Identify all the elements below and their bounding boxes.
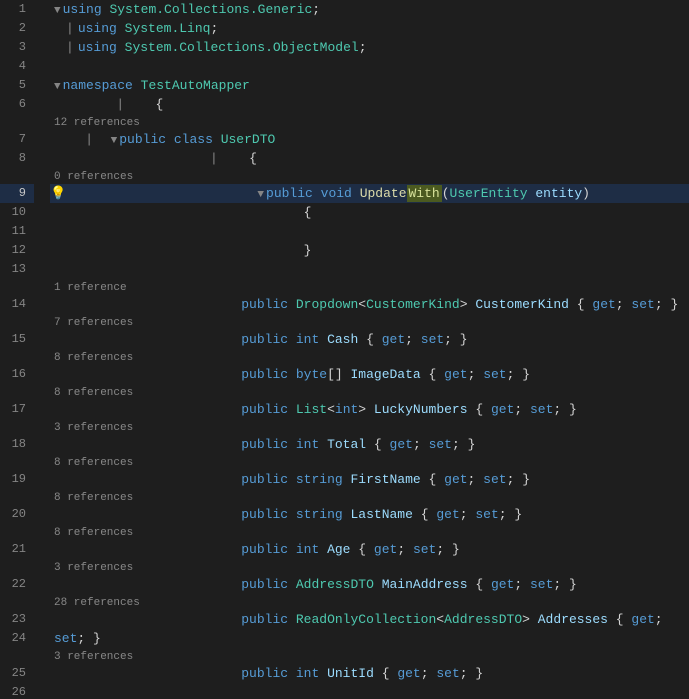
code-line: public string LastName { get; set; } (50, 505, 689, 524)
ref-hint: 8 references (50, 384, 689, 400)
line-number: 3 (0, 38, 34, 57)
code-editor: 1234567891011121314151617181920212223242… (0, 0, 689, 699)
code-line (50, 222, 689, 241)
line-number: 26 (0, 683, 34, 699)
ref-hint: 8 references (50, 349, 689, 365)
ref-hint: 12 references (50, 114, 689, 130)
line-number: 18 (0, 435, 34, 454)
line-number: 7 (0, 130, 34, 149)
line-number: 24 (0, 629, 34, 648)
line-number: 14 (0, 295, 34, 314)
code-line: } (50, 241, 689, 260)
code-line: |using System.Linq; (50, 19, 689, 38)
line-number: 9 (0, 184, 34, 203)
ref-hint: 7 references (50, 314, 689, 330)
lightbulb-icon[interactable]: 💡 (50, 186, 66, 201)
ref-hint: 3 references (50, 559, 689, 575)
line-number: 8 (0, 149, 34, 168)
line-number: 19 (0, 470, 34, 489)
ref-hint: 8 references (50, 524, 689, 540)
code-line: public string FirstName { get; set; } (50, 470, 689, 489)
ref-hint: 8 references (50, 489, 689, 505)
line-number: 23 (0, 610, 34, 629)
code-line: | { (50, 149, 689, 168)
code-line: 💡 ▼public void UpdateWith(UserEntity ent… (50, 184, 689, 203)
line-number: 13 (0, 260, 34, 279)
line-number: 17 (0, 400, 34, 419)
ref-hint: 28 references (50, 594, 689, 610)
code-line (50, 260, 689, 279)
line-number: 1 (0, 0, 34, 19)
line-number: 5 (0, 76, 34, 95)
code-line: public Dropdown<CustomerKind> CustomerKi… (50, 295, 689, 314)
code-line: public ReadOnlyCollection<AddressDTO> Ad… (50, 610, 689, 629)
line-number: 4 (0, 57, 34, 76)
code-line: public List<int> LuckyNumbers { get; set… (50, 400, 689, 419)
code-line (50, 57, 689, 76)
line-number: 6 (0, 95, 34, 114)
ref-hint: 0 references (50, 168, 689, 184)
line-number: 2 (0, 19, 34, 38)
line-number: 11 (0, 222, 34, 241)
code-line (50, 629, 689, 648)
ref-hint: 1 reference (50, 279, 689, 295)
code-line: |using System.Collections.ObjectModel; (50, 38, 689, 57)
code-line: | { (50, 95, 689, 114)
line-number: 12 (0, 241, 34, 260)
line-number: 22 (0, 575, 34, 594)
line-number: 10 (0, 203, 34, 222)
code-line: public int Total { get; set; } (50, 435, 689, 454)
code-line (50, 683, 689, 699)
code-line: public AddressDTO MainAddress { get; set… (50, 575, 689, 594)
ref-hint: 8 references (50, 454, 689, 470)
code-line: public byte[] ImageData { get; set; } (50, 365, 689, 384)
line-number: 15 (0, 330, 34, 349)
code-line: ▼using System.Collections.Generic; (50, 0, 689, 19)
code-line: { (50, 203, 689, 222)
code-line: public int Cash { get; set; } (50, 330, 689, 349)
code-line: public int Age { get; set; } (50, 540, 689, 559)
ref-hint: 3 references (50, 419, 689, 435)
code-line: ▼namespace TestAutoMapper (50, 76, 689, 95)
code-line: | ▼public class UserDTO (50, 130, 689, 149)
line-number: 20 (0, 505, 34, 524)
code-line: public int UnitId { get; set; } (50, 664, 689, 683)
line-number: 25 (0, 664, 34, 683)
line-number: 21 (0, 540, 34, 559)
line-number: 16 (0, 365, 34, 384)
ref-hint: 3 references (50, 648, 689, 664)
